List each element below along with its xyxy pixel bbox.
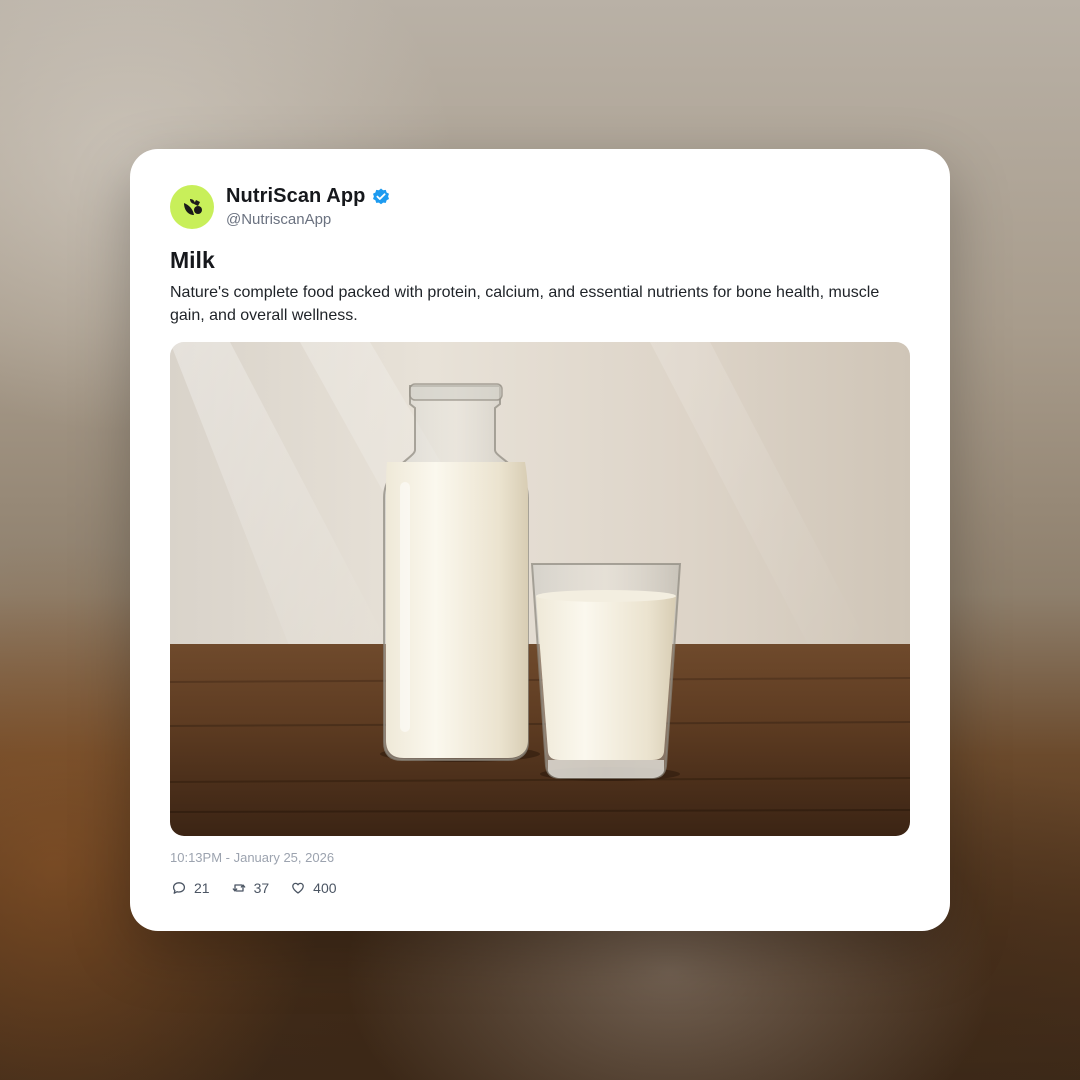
post-body: Nature's complete food packed with prote…	[170, 284, 880, 324]
reply-button[interactable]: 21	[172, 880, 210, 896]
speech-bubble-icon	[172, 882, 186, 894]
like-count: 400	[313, 880, 337, 896]
repost-button[interactable]: 37	[232, 880, 270, 896]
avatar[interactable]	[170, 185, 214, 229]
engagement-bar: 21 37 400	[172, 880, 337, 896]
repost-count: 37	[253, 880, 270, 896]
post-card: NutriScan App @NutriscanApp Milk Nature'…	[130, 149, 950, 931]
heart-icon	[292, 882, 305, 894]
post-timestamp[interactable]: 10:13PM - January 25, 2026	[170, 850, 334, 865]
nutriscan-logo-icon	[184, 199, 202, 215]
reply-count: 21	[194, 880, 210, 896]
author-name-row: NutriScan App	[226, 185, 391, 208]
author-handle[interactable]: @NutriscanApp	[226, 211, 331, 228]
post-title: Milk	[170, 247, 215, 273]
post-image[interactable]	[170, 342, 910, 836]
like-button[interactable]: 400	[291, 880, 337, 896]
milk-photo-illustration	[170, 342, 910, 836]
repost-arrows-icon	[232, 884, 245, 892]
verified-badge-icon	[373, 188, 390, 204]
author-display-name[interactable]: NutriScan App	[226, 185, 365, 208]
